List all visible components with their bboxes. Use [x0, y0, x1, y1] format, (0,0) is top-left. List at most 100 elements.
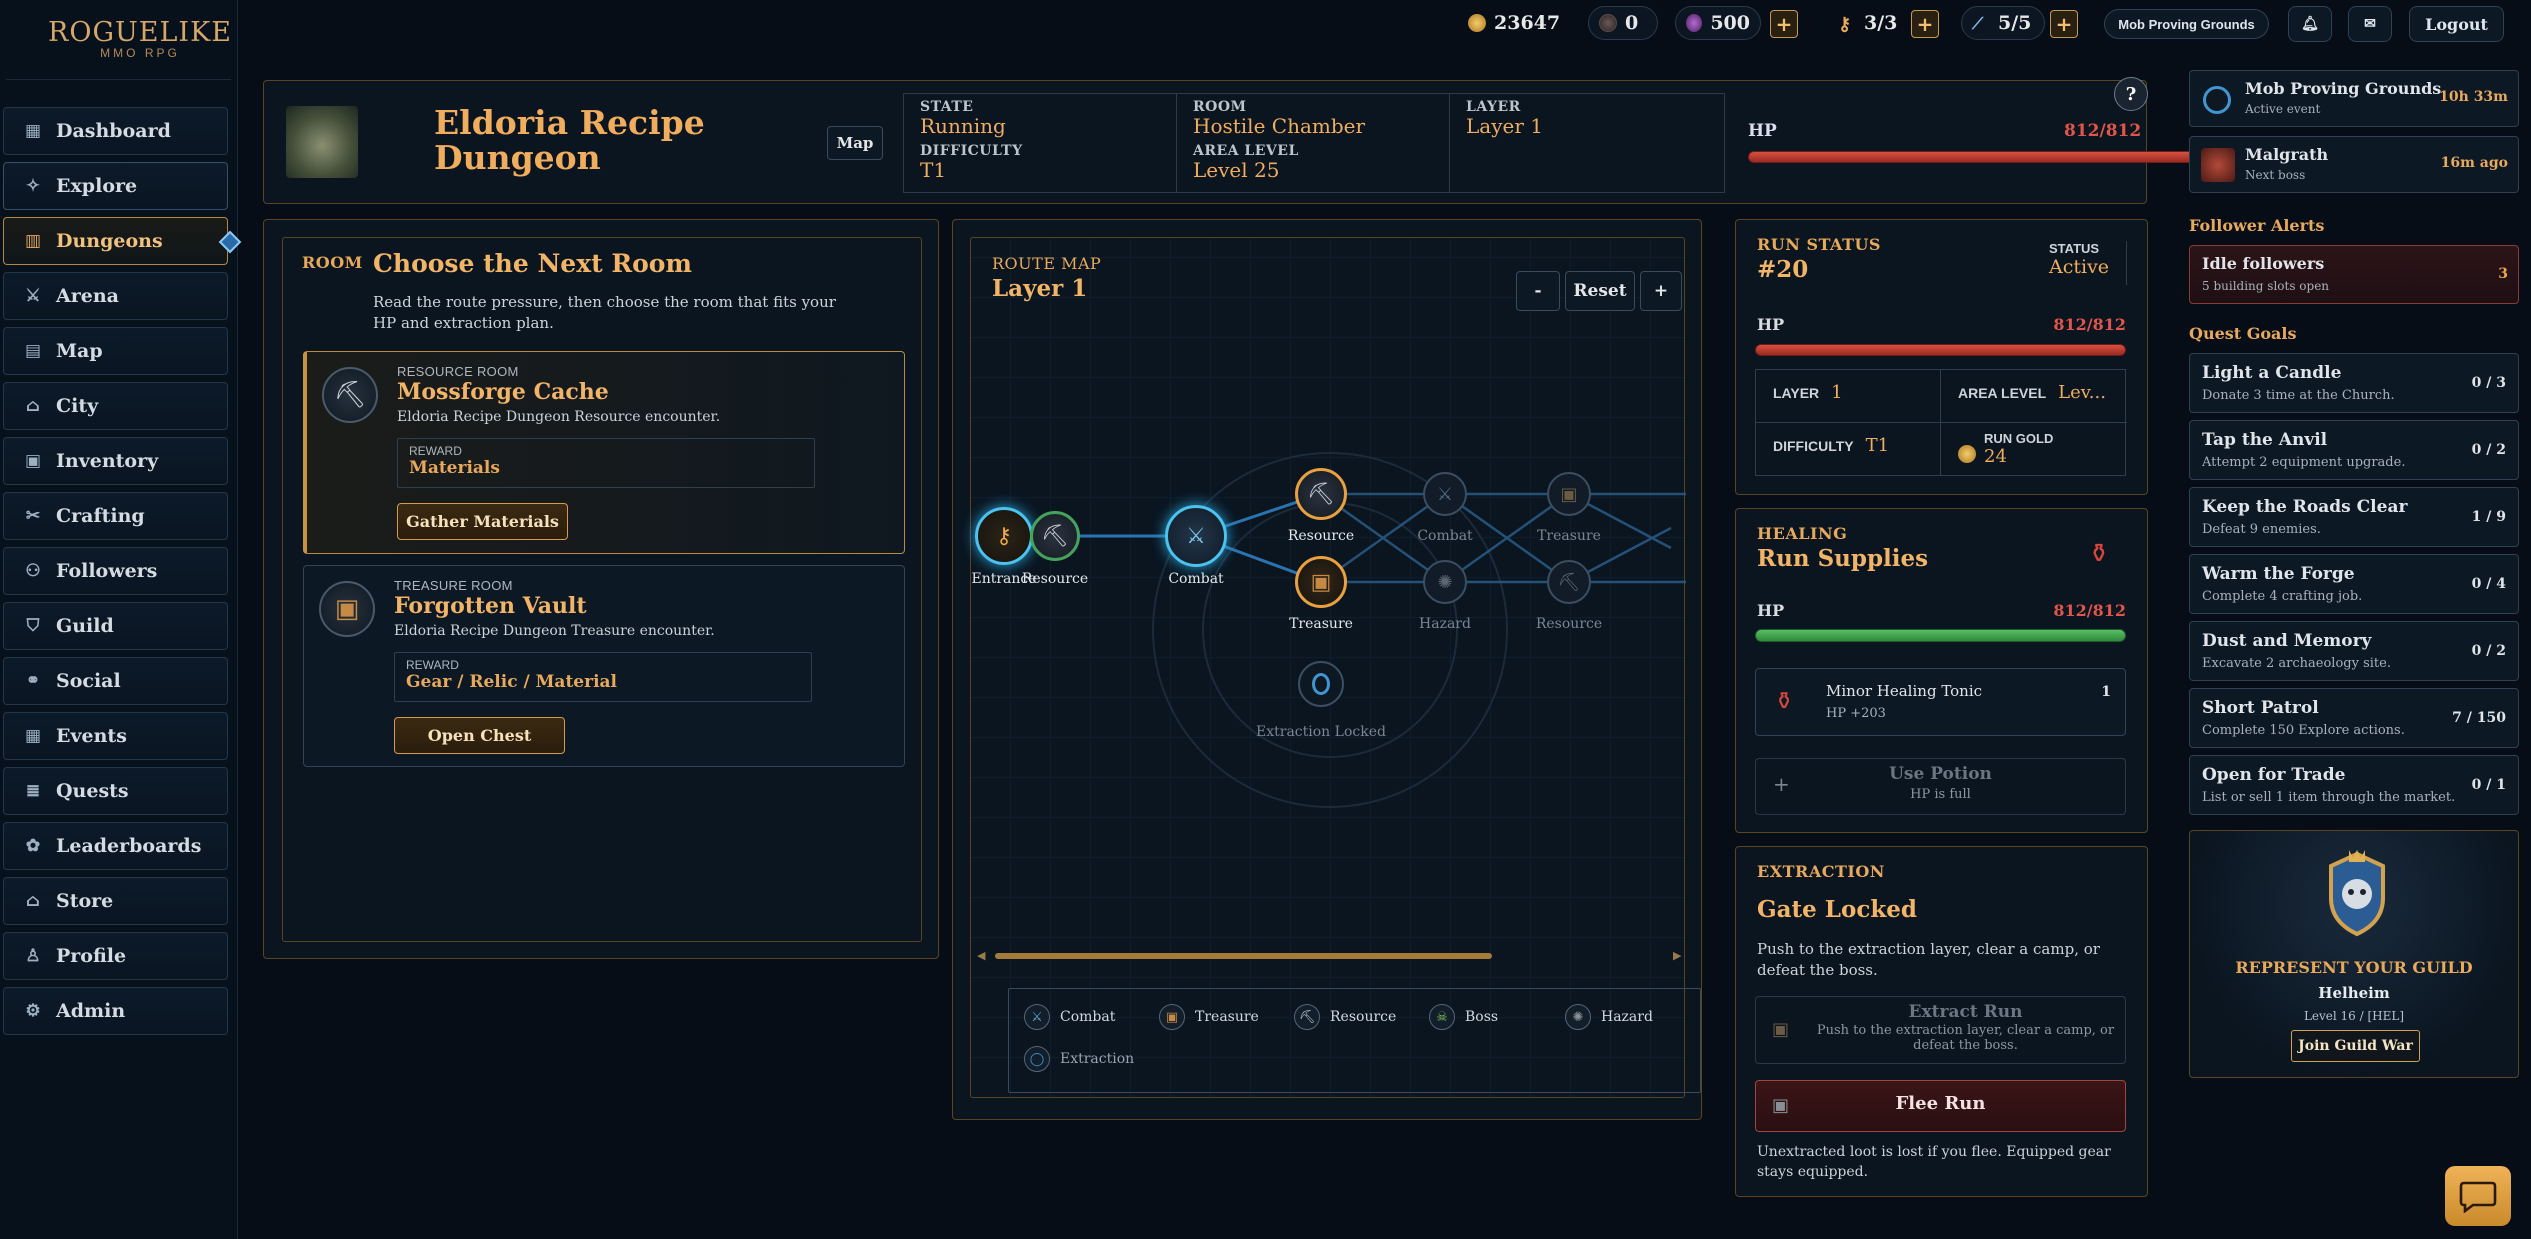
- map-button[interactable]: Map: [827, 126, 883, 160]
- gem-counter: 500: [1675, 6, 1761, 40]
- entrance-node[interactable]: ⚷: [975, 507, 1033, 565]
- orb-counter: 0: [1588, 6, 1658, 40]
- scrollbar-thumb[interactable]: [995, 953, 1493, 959]
- portal-icon: ◯: [1024, 1046, 1050, 1072]
- run-stat-gold: RUN GOLD 24: [1941, 423, 2127, 476]
- scroll-right-arrow[interactable]: ▶: [1673, 949, 1681, 962]
- city-icon: ⌂: [25, 396, 41, 416]
- run-stat-layer: LAYER 1: [1756, 370, 1941, 423]
- follower-alerts-heading: Follower Alerts: [2189, 216, 2325, 235]
- sidebar-item-quests[interactable]: ≣ Quests: [3, 767, 228, 815]
- hp-bar: [1755, 344, 2126, 356]
- scroll-left-arrow[interactable]: ◀: [977, 949, 985, 962]
- horizontal-scrollbar[interactable]: [995, 953, 1667, 959]
- open-chest-button[interactable]: Open Chest: [394, 717, 565, 754]
- sidebar-item-explore[interactable]: ✧ Explore: [3, 162, 228, 210]
- quest-progress: 7 / 150: [2452, 710, 2506, 726]
- quest-card[interactable]: Light a Candle Donate 3 time at the Churc…: [2189, 353, 2519, 413]
- sidebar-item-followers[interactable]: ⚇ Followers: [3, 547, 228, 595]
- combat-node[interactable]: ⚔: [1165, 505, 1227, 567]
- extraction-panel: EXTRACTION Gate Locked Push to the extra…: [1735, 846, 2148, 1197]
- sidebar-item-label: Social: [56, 670, 121, 692]
- map-icon: ▤: [24, 341, 42, 361]
- resource-node[interactable]: ⛏: [1295, 468, 1347, 520]
- layer-value: Layer 1: [1466, 114, 1543, 138]
- quest-card[interactable]: Keep the Roads Clear Defeat 9 enemies. 1 /…: [2189, 487, 2519, 547]
- add-energy-button[interactable]: +: [2050, 10, 2078, 38]
- boss-icon: ☠: [1429, 1004, 1455, 1030]
- active-indicator-icon: [218, 230, 242, 254]
- sidebar-item-dungeons[interactable]: ▥ Dungeons: [3, 217, 242, 265]
- sidebar-item-dashboard[interactable]: ▦ Dashboard: [3, 107, 228, 155]
- sidebar-item-admin[interactable]: ⚙ Admin: [3, 987, 228, 1035]
- help-button[interactable]: ?: [2114, 77, 2148, 111]
- scroll-icon: ≣: [25, 781, 41, 801]
- dungeon-stats: STATE Running DIFFICULTY T1 ROOM Hostile…: [903, 93, 1725, 193]
- event-time: 10h 33m: [2439, 89, 2508, 105]
- gem-value: 500: [1710, 12, 1750, 34]
- resource-node[interactable]: ⛏: [1030, 511, 1080, 561]
- sidebar-item-crafting[interactable]: ✂ Crafting: [3, 492, 228, 540]
- logo[interactable]: ROGUELIKE MMO RPG: [6, 0, 231, 80]
- join-guild-war-button[interactable]: Join Guild War: [2291, 1030, 2420, 1062]
- guild-headline: REPRESENT YOUR GUILD: [2235, 958, 2473, 977]
- flee-run-button[interactable]: ▣ Flee Run: [1755, 1080, 2126, 1132]
- notifications-button[interactable]: 🔔︎: [2288, 6, 2332, 42]
- add-keys-button[interactable]: +: [1911, 10, 1939, 38]
- sidebar-item-guild[interactable]: ⛉ Guild: [3, 602, 228, 650]
- legend-item: ▣ Treasure: [1159, 1004, 1259, 1030]
- stat-label: RUN GOLD: [1984, 431, 2054, 446]
- gather-materials-button[interactable]: Gather Materials: [397, 503, 568, 540]
- area-level-value: Level 25: [1193, 158, 1280, 182]
- stat-value: 1: [1831, 382, 1843, 403]
- sidebar-item-city[interactable]: ⌂ City: [3, 382, 228, 430]
- sidebar-item-arena[interactable]: ⚔ Arena: [3, 272, 228, 320]
- flee-run-label: Flee Run: [1895, 1093, 1986, 1114]
- quest-card[interactable]: Warm the Forge Complete 4 crafting job. 0 …: [2189, 554, 2519, 614]
- treasure-node[interactable]: ▣: [1295, 556, 1347, 608]
- quest-card[interactable]: Dust and Memory Excavate 2 archaeology si…: [2189, 621, 2519, 681]
- use-potion-sub: HP is full: [1910, 787, 1971, 802]
- stat-label: LAYER: [1773, 385, 1820, 401]
- sidebar-item-inventory[interactable]: ▣ Inventory: [3, 437, 228, 485]
- dungeon-title: Eldoria Recipe Dungeon: [434, 103, 705, 177]
- sidebar-item-leaderboards[interactable]: ✿ Leaderboards: [3, 822, 228, 870]
- room-card-resource[interactable]: ⛏ RESOURCE ROOM Mossforge Cache Eldoria …: [303, 351, 905, 554]
- idle-followers-alert[interactable]: Idle followers 5 building slots open 3: [2189, 245, 2519, 304]
- add-gems-button[interactable]: +: [1770, 10, 1798, 38]
- quest-card[interactable]: Tap the Anvil Attempt 2 equipment upgrade…: [2189, 420, 2519, 480]
- sidebar-item-store[interactable]: ⌂ Store: [3, 877, 228, 925]
- hp-label: HP: [1748, 121, 1777, 141]
- logout-button[interactable]: Logout: [2409, 6, 2504, 42]
- room-card-treasure[interactable]: ▣ TREASURE ROOM Forgotten Vault Eldoria …: [303, 565, 905, 767]
- gold-coin-icon: [1958, 444, 1976, 463]
- chat-button[interactable]: [2445, 1166, 2511, 1226]
- sidebar-item-social[interactable]: ⚭ Social: [3, 657, 228, 705]
- event-button[interactable]: Mob Proving Grounds: [2104, 9, 2269, 39]
- gold-counter: 23647: [1458, 6, 1598, 40]
- potion-item[interactable]: ⚱ Minor Healing Tonic HP +203 1: [1755, 668, 2126, 736]
- sidebar-item-label: Crafting: [56, 505, 145, 527]
- sidebar-item-label: City: [56, 395, 99, 417]
- use-potion-button[interactable]: + Use Potion HP is full: [1755, 758, 2126, 815]
- event-card[interactable]: Mob Proving Grounds Active event 10h 33m: [2189, 70, 2519, 127]
- extract-run-button[interactable]: ▣ Extract Run Push to the extraction lay…: [1755, 996, 2126, 1064]
- quest-card[interactable]: Open for Trade List or sell 1 item throug…: [2189, 755, 2519, 815]
- quest-card[interactable]: Short Patrol Complete 150 Explore actions…: [2189, 688, 2519, 748]
- difficulty-value: T1: [920, 158, 947, 182]
- energy-icon: ⟋: [1972, 14, 1984, 33]
- sidebar-item-events[interactable]: ▦ Events: [3, 712, 228, 760]
- route-map-panel: ROUTE MAP Layer 1 - Reset + ⚷ Entrance ⛏…: [952, 219, 1702, 1120]
- boss-card[interactable]: Malgrath Next boss 16m ago: [2189, 136, 2519, 193]
- mail-button[interactable]: ✉: [2348, 6, 2392, 42]
- sidebar-item-label: Dungeons: [56, 230, 163, 252]
- area-level-label: AREA LEVEL: [1193, 143, 1299, 159]
- logo-subtitle: MMO RPG: [100, 45, 180, 60]
- sidebar-item-profile[interactable]: ♙ Profile: [3, 932, 228, 980]
- extract-run-label: Extract Run: [1908, 1002, 2023, 1022]
- sidebar-item-label: Store: [56, 890, 114, 912]
- sidebar-item-map[interactable]: ▤ Map: [3, 327, 228, 375]
- extract-run-sub: Push to the extraction layer, clear a ca…: [1816, 1023, 2115, 1053]
- map-legend: ⚔ Combat ▣ Treasure ⛏ Resource ☠ Boss ✺ Hazar…: [1008, 988, 1701, 1093]
- run-stat-difficulty: DIFFICULTY T1: [1756, 423, 1941, 476]
